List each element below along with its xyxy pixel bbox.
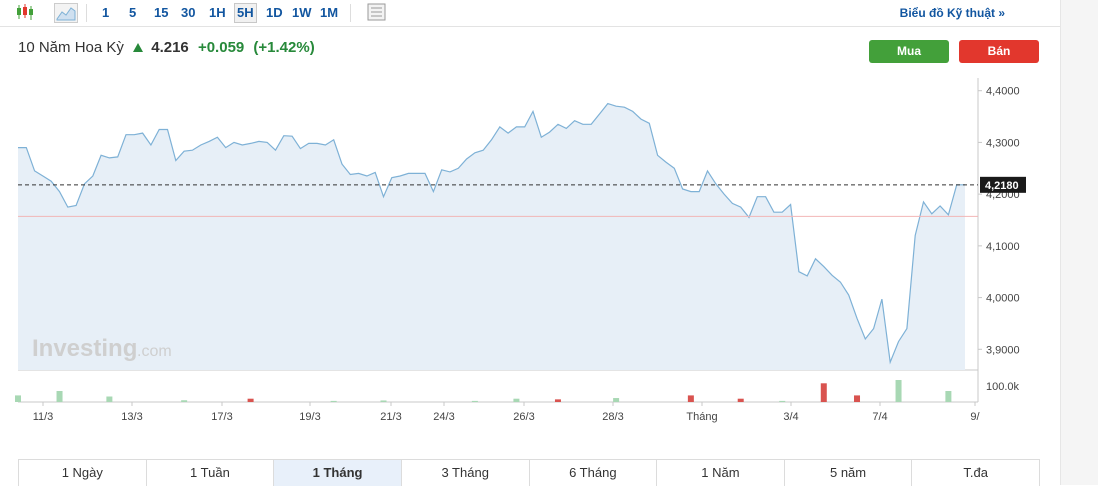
x-tick-label: Tháng [686, 411, 717, 423]
y-axis-ticks: 4,40004,30004,20004,10004,00003,9000 [978, 86, 1020, 356]
sell-button[interactable]: Bán [959, 40, 1039, 63]
volume-bar [687, 395, 694, 402]
interval-1[interactable]: 1 [102, 5, 109, 20]
volume-bar [15, 395, 21, 402]
volume-bar [820, 383, 827, 402]
buy-button[interactable]: Mua [869, 40, 949, 63]
volume-bar [945, 391, 952, 402]
instrument-header: 10 Năm Hoa Kỳ 4.216 +0.059 (+1.42%) [18, 39, 315, 56]
technical-chart-link[interactable]: Biểu đồ Kỹ thuật » [900, 6, 1005, 20]
volume-axis-label: 100.0k [986, 381, 1020, 393]
x-tick-label: 7/4 [872, 411, 887, 423]
x-axis-ticks: 11/3 13/3 17/3 19/3 21/3 24/3 26/3 28/3 Tháng 3/4… [33, 402, 981, 423]
y-tick-label: 4,3000 [986, 137, 1020, 149]
interval-15[interactable]: 15 [154, 5, 168, 20]
x-tick-label: 11/3 [33, 411, 54, 423]
x-tick-label: 3/4 [783, 411, 798, 423]
chart-toolbar: 1 5 15 30 1H 5H 1D 1W 1M Biểu đồ Kỹ thuậ… [0, 0, 1060, 27]
volume-bar [330, 400, 337, 402]
interval-30[interactable]: 30 [181, 5, 195, 20]
y-tick-label: 4,4000 [986, 86, 1020, 98]
range-1-day[interactable]: 1 Ngày [19, 460, 147, 486]
range-1-week[interactable]: 1 Tuần [147, 460, 275, 486]
volume-bar [613, 398, 620, 402]
page-scrollbar[interactable] [1060, 0, 1098, 485]
volume-bar [247, 398, 254, 402]
interval-1h[interactable]: 1H [209, 5, 226, 20]
watermark-brand: Investing [32, 335, 137, 362]
area-chart-icon[interactable] [54, 3, 78, 23]
volume-bar [181, 400, 188, 402]
range-3-months[interactable]: 3 Tháng [402, 460, 530, 486]
range-selector: 1 Ngày 1 Tuần 1 Tháng 3 Tháng 6 Tháng 1 … [18, 459, 1040, 486]
range-6-months[interactable]: 6 Tháng [530, 460, 658, 486]
candlestick-icon[interactable] [14, 3, 36, 21]
current-price-label: 4,2180 [980, 176, 1026, 193]
volume-bar [380, 400, 387, 402]
volume-bar [106, 396, 113, 402]
price-change-percent: (+1.42%) [253, 39, 315, 56]
price-area-fill [18, 103, 965, 370]
interval-5[interactable]: 5 [129, 5, 136, 20]
arrow-up-icon [133, 43, 144, 52]
volume-bar [737, 398, 744, 402]
price-chart[interactable]: 4,40004,30004,20004,10004,00003,9000 4,2… [0, 70, 1060, 455]
x-tick-label: 19/3 [299, 411, 320, 423]
x-tick-label: 13/3 [121, 411, 142, 423]
interval-5h[interactable]: 5H [234, 3, 257, 23]
range-1-month[interactable]: 1 Tháng [274, 460, 402, 486]
interval-1m[interactable]: 1M [320, 5, 338, 20]
toolbar-divider [86, 4, 87, 22]
volume-bar [554, 399, 561, 402]
volume-bar [56, 391, 63, 402]
x-tick-label: 21/3 [380, 411, 401, 423]
price-change: +0.059 [197, 39, 245, 56]
volume-bar [779, 400, 786, 402]
y-tick-label: 3,9000 [986, 344, 1020, 356]
range-1-year[interactable]: 1 Năm [657, 460, 785, 486]
volume-bars [15, 380, 952, 402]
instrument-name: 10 Năm Hoa Kỳ [18, 39, 124, 56]
toolbar-divider [350, 4, 351, 22]
x-tick-label: 9/ [970, 411, 980, 423]
interval-1d[interactable]: 1D [266, 5, 283, 20]
volume-bar [895, 380, 902, 402]
x-tick-label: 17/3 [211, 411, 232, 423]
volume-bar [471, 400, 478, 402]
indicator-panel-icon[interactable] [366, 3, 388, 21]
y-tick-label: 4,0000 [986, 293, 1020, 305]
y-tick-label: 4,1000 [986, 241, 1020, 253]
current-price-text: 4,2180 [985, 180, 1019, 192]
instrument-price: 4.216 [151, 39, 189, 56]
interval-1w[interactable]: 1W [292, 5, 312, 20]
range-5-years[interactable]: 5 năm [785, 460, 913, 486]
volume-bar [854, 395, 861, 402]
range-max[interactable]: T.đa [912, 460, 1039, 486]
watermark-suffix: .com [137, 343, 172, 360]
x-tick-label: 28/3 [602, 411, 623, 423]
x-tick-label: 24/3 [433, 411, 454, 423]
x-tick-label: 26/3 [513, 411, 534, 423]
volume-bar [513, 398, 520, 402]
